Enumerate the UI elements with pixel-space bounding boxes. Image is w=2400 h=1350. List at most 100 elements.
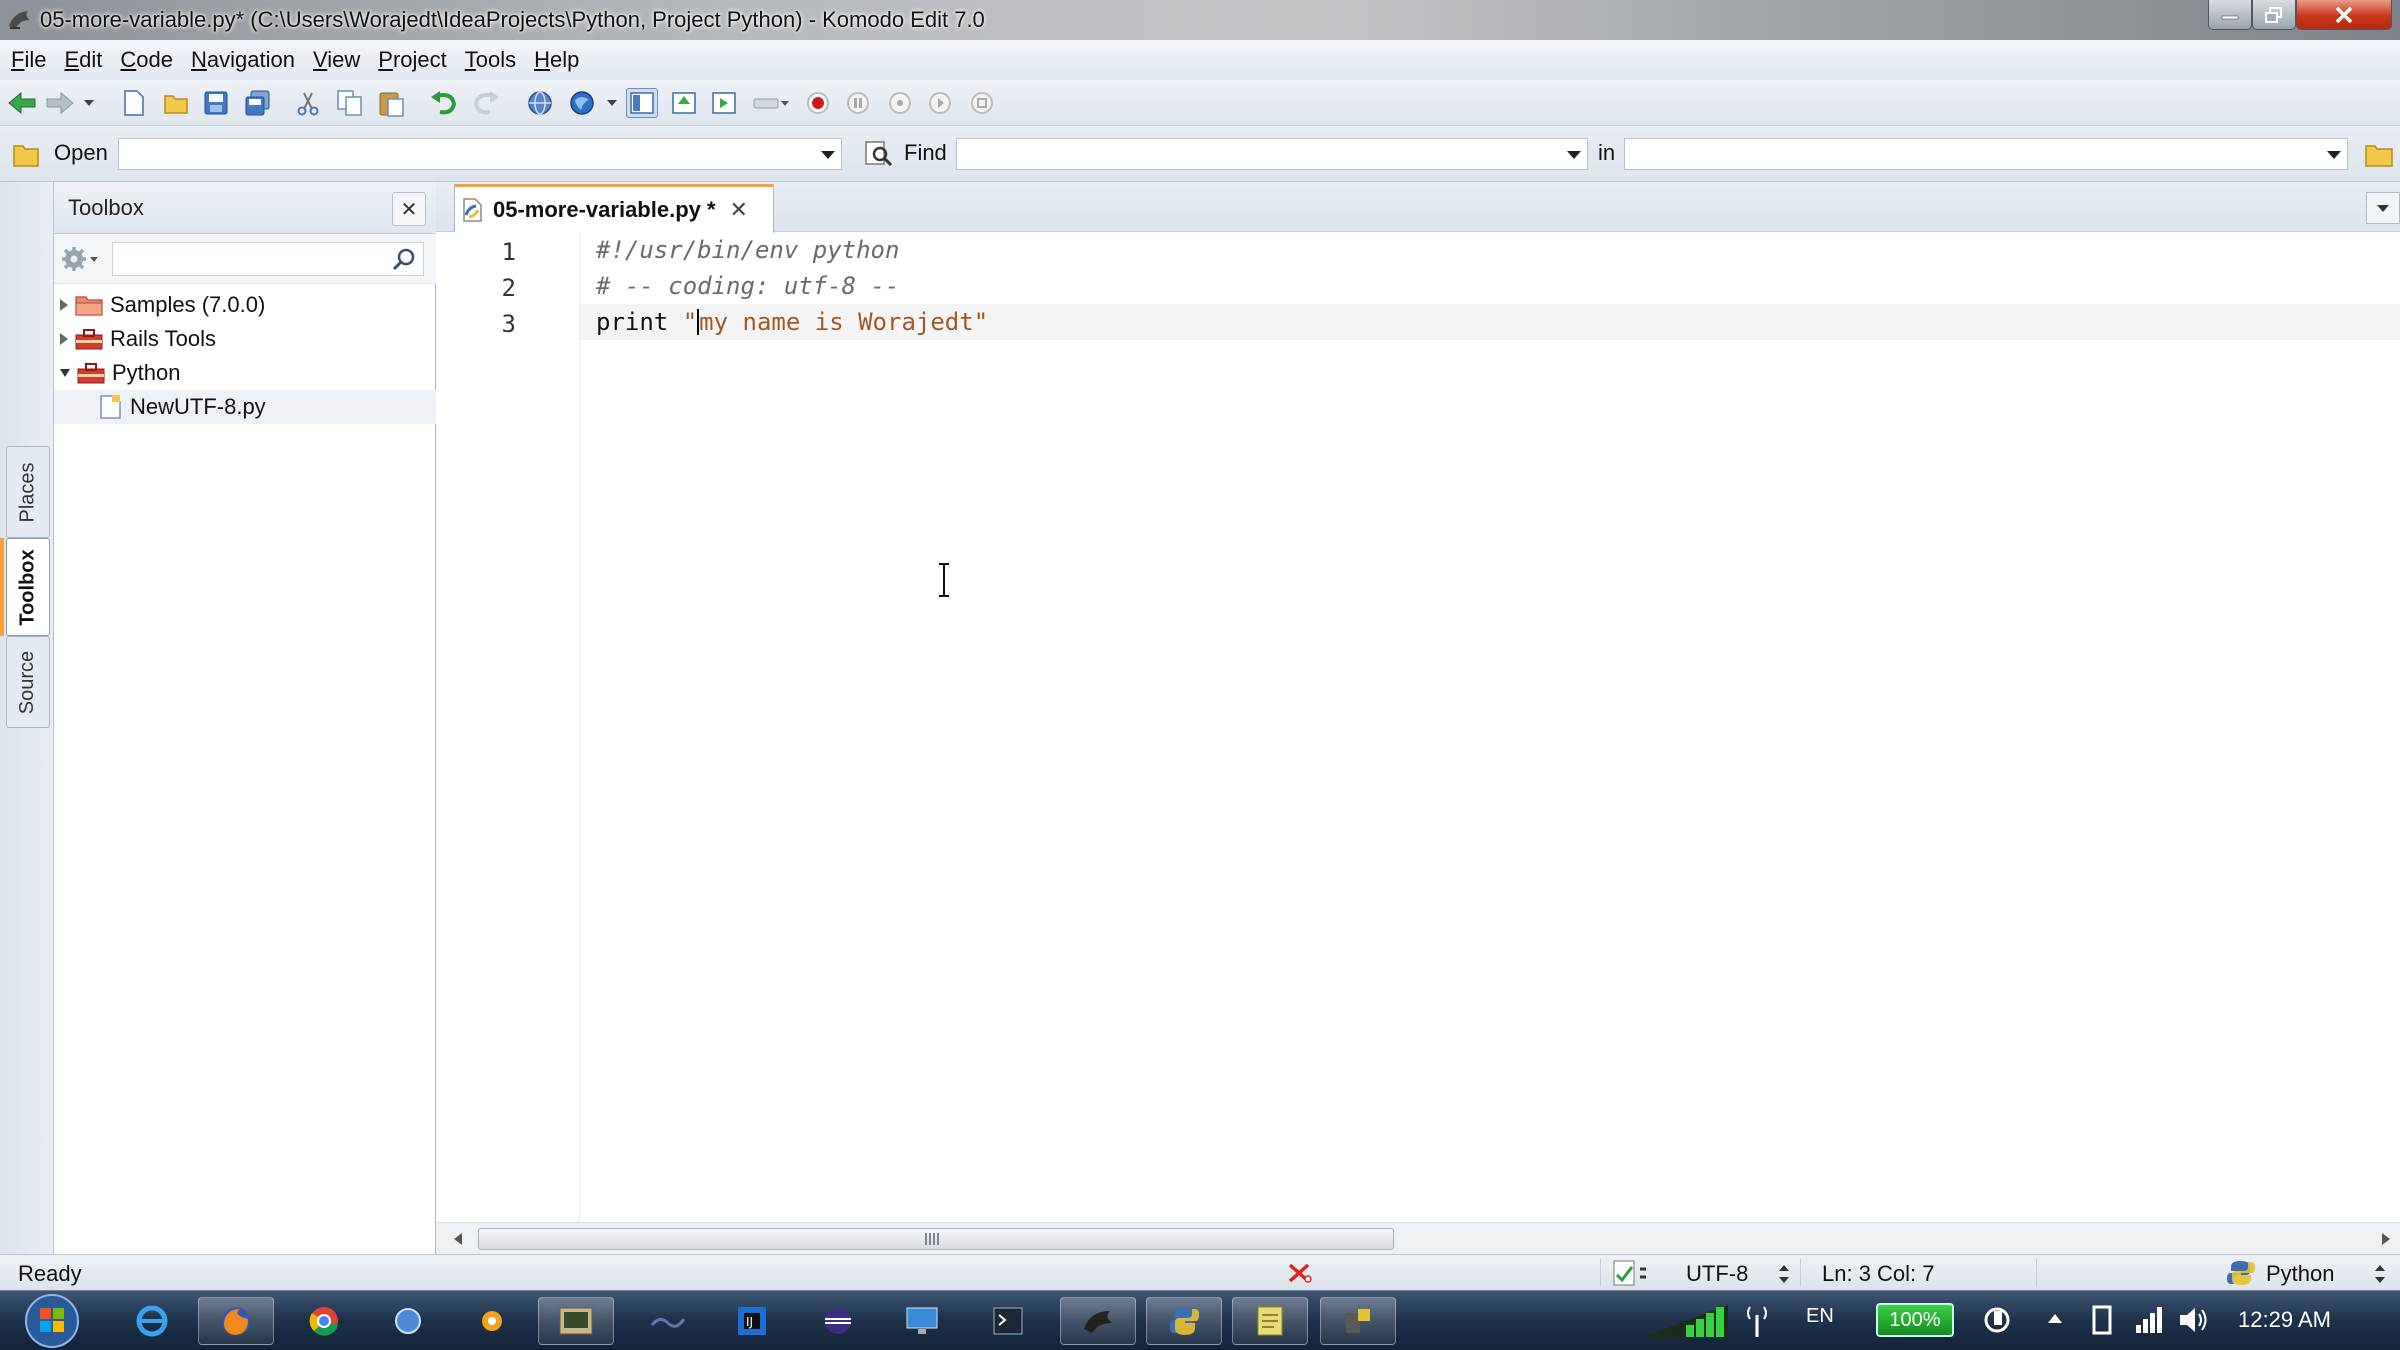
play-macro-button[interactable]	[924, 88, 956, 118]
macro-dropdown-button[interactable]	[752, 88, 792, 118]
menu-navigation[interactable]: Navigation	[184, 47, 302, 73]
device-icon[interactable]	[2088, 1305, 2116, 1335]
menu-edit[interactable]: Edit	[57, 47, 109, 73]
encoding-selector[interactable]: UTF-8	[1686, 1261, 1748, 1287]
open-combobox[interactable]	[118, 138, 842, 170]
tree-item-samples[interactable]: Samples (7.0.0)	[54, 288, 436, 322]
battery-indicator[interactable]: 100%	[1876, 1303, 1954, 1337]
menu-help[interactable]: Help	[527, 47, 586, 73]
history-dropdown[interactable]	[80, 88, 98, 118]
system-clock[interactable]: 12:29 AM	[2238, 1307, 2331, 1333]
browse-folder-icon[interactable]	[2364, 140, 2394, 168]
expand-arrow-icon[interactable]	[60, 333, 68, 345]
volume-icon[interactable]	[2178, 1305, 2210, 1335]
show-hidden-icons-icon[interactable]	[2046, 1311, 2064, 1325]
copy-button[interactable]	[334, 88, 366, 118]
taskbar-app-intellij[interactable]: IJ	[714, 1297, 790, 1345]
browser-dropdown[interactable]	[604, 88, 620, 118]
open-input[interactable]	[119, 139, 841, 169]
new-file-button[interactable]	[118, 88, 150, 118]
network-bars-icon[interactable]	[2134, 1305, 2164, 1335]
back-button[interactable]	[6, 88, 38, 118]
open-file-button[interactable]	[160, 88, 192, 118]
save-macro-button[interactable]	[966, 88, 998, 118]
chevron-down-icon[interactable]	[1567, 151, 1581, 159]
restore-button[interactable]	[2252, 0, 2296, 30]
toolbox-close-button[interactable]: ✕	[392, 192, 426, 226]
pause-macro-button[interactable]	[842, 88, 874, 118]
toolbox-options-button[interactable]	[60, 244, 100, 274]
menu-view[interactable]: View	[306, 47, 367, 73]
find-combobox[interactable]	[956, 138, 1588, 170]
taskbar-app-blue[interactable]	[370, 1297, 446, 1345]
toolbox-search-field[interactable]	[112, 242, 424, 276]
save-all-button[interactable]	[242, 88, 274, 118]
search-icon[interactable]	[391, 247, 417, 273]
menu-code[interactable]: Code	[113, 47, 180, 73]
check-document-icon[interactable]	[1612, 1259, 1652, 1287]
expand-arrow-icon[interactable]	[60, 299, 68, 311]
horizontal-scrollbar[interactable]	[436, 1222, 2400, 1254]
scrollbar-thumb[interactable]	[478, 1228, 1394, 1250]
scroll-right-icon[interactable]	[2382, 1233, 2390, 1245]
scroll-left-icon[interactable]	[454, 1233, 462, 1245]
taskbar-ie[interactable]	[114, 1297, 190, 1345]
tree-item-rails-tools[interactable]: Rails Tools	[54, 322, 436, 356]
taskbar-app-console[interactable]	[970, 1297, 1046, 1345]
editor-tab-active[interactable]: 05-more-variable.py * ✕	[454, 184, 774, 233]
paste-button[interactable]	[376, 88, 408, 118]
taskbar-app-pen[interactable]	[630, 1297, 706, 1345]
toggle-left-pane-button[interactable]	[626, 88, 658, 118]
collapse-arrow-icon[interactable]	[60, 369, 70, 377]
redo-button[interactable]	[470, 88, 502, 118]
input-language[interactable]: EN	[1806, 1305, 1834, 1328]
tree-item-newutf8[interactable]: NewUTF-8.py	[54, 390, 436, 424]
toggle-bottom-pane-button[interactable]	[668, 88, 700, 118]
browser-preview-button[interactable]	[566, 88, 598, 118]
taskbar-app-eclipse[interactable]	[800, 1297, 876, 1345]
tree-item-python[interactable]: Python	[54, 356, 436, 390]
code-line[interactable]: # -- coding: utf-8 --	[580, 268, 2400, 304]
taskbar-app-tools[interactable]	[1320, 1297, 1396, 1345]
language-spinner-icon[interactable]	[2374, 1263, 2386, 1285]
record-macro-button[interactable]	[802, 88, 834, 118]
tab-toolbox[interactable]: Toolbox	[6, 538, 50, 636]
taskbar-app-komodo[interactable]	[1060, 1297, 1136, 1345]
find-in-input[interactable]	[1625, 139, 2347, 169]
save-button[interactable]	[200, 88, 232, 118]
taskbar-chrome[interactable]	[286, 1297, 362, 1345]
preview-button[interactable]	[524, 88, 556, 118]
power-plug-icon[interactable]	[1982, 1305, 2012, 1335]
wireless-antenna-icon[interactable]	[1742, 1301, 1772, 1339]
menu-tools[interactable]: Tools	[458, 47, 523, 73]
find-input[interactable]	[957, 139, 1587, 169]
tab-source[interactable]: Source	[6, 636, 50, 728]
code-editor[interactable]: #!/usr/bin/env python # -- coding: utf-8…	[580, 232, 2400, 1232]
find-in-combobox[interactable]	[1624, 138, 2348, 170]
language-selector[interactable]: Python	[2266, 1261, 2335, 1287]
start-button[interactable]	[10, 1293, 94, 1349]
undo-button[interactable]	[428, 88, 460, 118]
code-line[interactable]: #!/usr/bin/env python	[580, 232, 2400, 268]
tab-list-dropdown[interactable]	[2366, 192, 2400, 224]
tab-places[interactable]: Places	[6, 446, 50, 538]
error-x-icon[interactable]	[1286, 1261, 1314, 1285]
cut-button[interactable]	[292, 88, 324, 118]
chevron-down-icon[interactable]	[2327, 151, 2341, 159]
forward-button[interactable]	[44, 88, 76, 118]
menu-project[interactable]: Project	[371, 47, 453, 73]
signal-strength-icon[interactable]	[1642, 1303, 1730, 1339]
toolbox-search-input[interactable]	[113, 243, 383, 275]
close-window-button[interactable]	[2296, 0, 2392, 30]
taskbar-app-terminal[interactable]	[538, 1297, 614, 1345]
minimize-button[interactable]	[2208, 0, 2252, 30]
taskbar-app-monitor[interactable]	[884, 1297, 960, 1345]
taskbar-app-python[interactable]	[1146, 1297, 1222, 1345]
taskbar-firefox[interactable]	[198, 1297, 274, 1345]
taskbar-app-orange[interactable]	[454, 1297, 530, 1345]
menu-file[interactable]: File	[4, 47, 53, 73]
taskbar-app-notepad[interactable]	[1232, 1297, 1308, 1345]
komodo-app-icon[interactable]	[6, 6, 34, 34]
toggle-right-pane-button[interactable]	[708, 88, 740, 118]
code-line-current[interactable]: print "my name is Worajedt"	[580, 304, 2400, 340]
